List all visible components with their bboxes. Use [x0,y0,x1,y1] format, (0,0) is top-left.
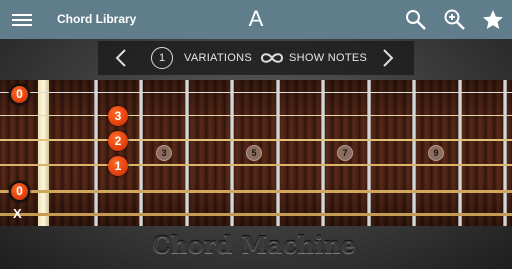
fret-marker-3: 3 [156,145,172,161]
favorite-star-icon[interactable] [481,8,505,32]
infinity-icon[interactable] [258,51,286,65]
chord-name: A [248,6,264,31]
search-icon[interactable] [404,8,428,32]
fret-wire [321,80,325,226]
finger-dot[interactable]: 2 [108,131,128,151]
string-5 [0,190,512,193]
show-notes-label[interactable]: SHOW NOTES [289,52,367,64]
fret-marker-5: 5 [246,145,262,161]
open-string-marker[interactable]: 0 [9,84,30,105]
app-title: Chord Library [57,12,137,26]
fret-wire [230,80,234,226]
fret-wire [412,80,416,226]
zoom-in-icon[interactable] [443,8,467,32]
fret-wire [185,80,189,226]
top-app-bar: Chord Library A [0,0,512,39]
finger-dot[interactable]: 3 [108,106,128,126]
string-2 [0,115,512,116]
string-3 [0,139,512,141]
variation-bar: 1 VARIATIONS SHOW NOTES [98,41,414,75]
string-1 [0,92,512,93]
open-string-marker[interactable]: 0 [9,181,30,202]
variations-label[interactable]: VARIATIONS [184,52,252,64]
fret-wire [139,80,143,226]
fret-marker-7: 7 [337,145,353,161]
finger-dot[interactable]: 1 [108,156,128,176]
fret-wire [276,80,280,226]
menu-icon[interactable] [12,11,32,28]
fret-marker-9: 9 [428,145,444,161]
fret-wire [503,80,507,226]
string-4 [0,164,512,166]
nut [38,80,49,226]
fret-wire [94,80,98,226]
fretboard: 3 5 7 9 0 3 2 1 0 X [0,80,512,226]
muted-string-marker[interactable]: X [13,206,22,221]
string-6 [0,213,512,216]
previous-variation-chevron-icon[interactable] [114,48,128,68]
brand-logo: Chord Machine [152,232,357,259]
fret-wire [458,80,462,226]
variation-number: 1 [151,47,173,69]
fret-wire [367,80,371,226]
next-variation-chevron-icon[interactable] [381,48,395,68]
